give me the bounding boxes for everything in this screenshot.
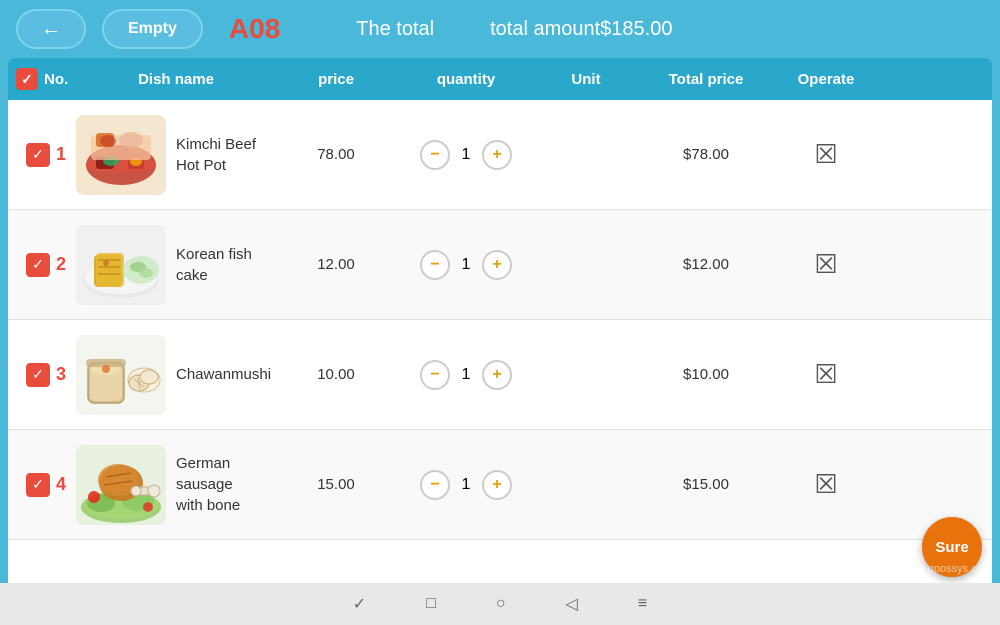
top-bar: ← Empty A08 The total total amount$185.0…: [0, 0, 1000, 58]
dish-info-2: Korean fish cake: [76, 225, 276, 305]
checkbox-icon-1: ✓: [26, 143, 50, 167]
table-row: ✓ 4: [8, 430, 992, 540]
nav-menu-icon[interactable]: ≡: [638, 595, 647, 613]
header-col-operate: Operate: [776, 71, 876, 88]
header-col-price: price: [276, 71, 396, 88]
col-no-label: No.: [44, 71, 68, 88]
main-content: ✓ No. Dish name price quantity Unit Tota…: [8, 58, 992, 598]
qty-value-3: 1: [456, 366, 476, 384]
back-icon: ←: [41, 18, 61, 41]
row-checkbox-4[interactable]: ✓ 4: [16, 473, 76, 497]
qty-decrease-4[interactable]: −: [420, 470, 450, 500]
qty-col-2: − 1 +: [396, 250, 536, 280]
nav-back-icon[interactable]: ◁: [566, 594, 578, 614]
dish-image-2: [76, 225, 166, 305]
empty-label: Empty: [128, 20, 177, 38]
total-price-2: $12.00: [636, 256, 776, 273]
qty-value-4: 1: [456, 476, 476, 494]
operate-1: ☒: [776, 139, 876, 170]
checkbox-icon-3: ✓: [26, 363, 50, 387]
edit-button-3[interactable]: ☒: [814, 359, 837, 390]
watermark: de.gpossys.com: [913, 563, 992, 575]
dish-name-3: Chawanmushi: [176, 364, 271, 385]
edit-button-2[interactable]: ☒: [814, 249, 837, 280]
table-header: ✓ No. Dish name price quantity Unit Tota…: [8, 58, 992, 100]
total-price-4: $15.00: [636, 476, 776, 493]
nav-check-icon[interactable]: ✓: [353, 594, 366, 614]
row-checkbox-1[interactable]: ✓ 1: [16, 143, 76, 167]
dish-image-3: [76, 335, 166, 415]
checkbox-icon-2: ✓: [26, 253, 50, 277]
header-col-quantity: quantity: [396, 71, 536, 88]
dish-info-4: German sausagewith bone: [76, 445, 276, 525]
dish-name-2: Korean fish cake: [176, 244, 276, 286]
qty-value-2: 1: [456, 256, 476, 274]
row-num-2: 2: [56, 254, 66, 275]
dish-image-1: [76, 115, 166, 195]
dish-info-3: Chawanmushi: [76, 335, 276, 415]
row-num-4: 4: [56, 474, 66, 495]
header-col-unit: Unit: [536, 71, 636, 88]
row-num-3: 3: [56, 364, 66, 385]
qty-col-1: − 1 +: [396, 140, 536, 170]
empty-button[interactable]: Empty: [102, 9, 203, 49]
dish-info-1: Kimchi Beef Hot Pot: [76, 115, 276, 195]
qty-col-4: − 1 +: [396, 470, 536, 500]
checkbox-icon-4: ✓: [26, 473, 50, 497]
bottom-nav: ✓ □ ○ ◁ ≡: [0, 583, 1000, 625]
edit-button-1[interactable]: ☒: [814, 139, 837, 170]
qty-increase-4[interactable]: +: [482, 470, 512, 500]
table-row: ✓ 1: [8, 100, 992, 210]
price-3: 10.00: [276, 366, 396, 383]
qty-increase-3[interactable]: +: [482, 360, 512, 390]
qty-decrease-2[interactable]: −: [420, 250, 450, 280]
qty-decrease-1[interactable]: −: [420, 140, 450, 170]
total-price-3: $10.00: [636, 366, 776, 383]
price-2: 12.00: [276, 256, 396, 273]
table-body: ✓ 1: [8, 100, 992, 598]
dish-image-4: [76, 445, 166, 525]
operate-4: ☒: [776, 469, 876, 500]
dish-name-1: Kimchi Beef Hot Pot: [176, 134, 276, 176]
edit-button-4[interactable]: ☒: [814, 469, 837, 500]
dish-name-4: German sausagewith bone: [176, 453, 276, 516]
header-col-dish: Dish name: [76, 71, 276, 88]
total-label: The total: [356, 18, 434, 41]
header-col-total: Total price: [636, 71, 776, 88]
qty-col-3: − 1 +: [396, 360, 536, 390]
total-price-1: $78.00: [636, 146, 776, 163]
qty-value-1: 1: [456, 146, 476, 164]
nav-square-icon[interactable]: □: [426, 595, 436, 613]
price-4: 15.00: [276, 476, 396, 493]
qty-increase-1[interactable]: +: [482, 140, 512, 170]
header-checkbox[interactable]: ✓: [16, 68, 38, 90]
total-amount: total amount$185.00: [490, 18, 672, 41]
nav-circle-icon[interactable]: ○: [496, 595, 506, 613]
qty-increase-2[interactable]: +: [482, 250, 512, 280]
table-id: A08: [229, 13, 280, 45]
back-button[interactable]: ←: [16, 9, 86, 49]
qty-decrease-3[interactable]: −: [420, 360, 450, 390]
price-1: 78.00: [276, 146, 396, 163]
header-col-no: ✓ No.: [16, 68, 76, 90]
table-row: ✓ 3: [8, 320, 992, 430]
row-checkbox-3[interactable]: ✓ 3: [16, 363, 76, 387]
row-num-1: 1: [56, 144, 66, 165]
table-row: ✓ 2: [8, 210, 992, 320]
operate-2: ☒: [776, 249, 876, 280]
row-checkbox-2[interactable]: ✓ 2: [16, 253, 76, 277]
operate-3: ☒: [776, 359, 876, 390]
sure-label: Sure: [935, 539, 968, 556]
